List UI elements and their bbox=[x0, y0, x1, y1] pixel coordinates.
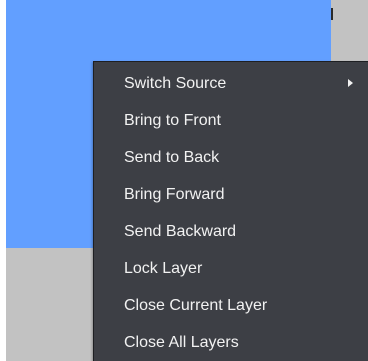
menu-item-bring-to-front[interactable]: Bring to Front bbox=[94, 102, 368, 139]
layer-resize-handle[interactable] bbox=[331, 8, 333, 20]
layer-context-menu: Switch Source Bring to Front Send to Bac… bbox=[93, 61, 368, 361]
menu-item-label: Bring to Front bbox=[124, 112, 221, 129]
chevron-right-icon bbox=[348, 78, 353, 87]
menu-item-label: Close All Layers bbox=[124, 334, 239, 351]
menu-item-close-current-layer[interactable]: Close Current Layer bbox=[94, 287, 368, 324]
menu-item-label: Bring Forward bbox=[124, 186, 225, 203]
menu-item-label: Send Backward bbox=[124, 223, 237, 240]
menu-item-label: Lock Layer bbox=[124, 260, 203, 277]
menu-item-switch-source[interactable]: Switch Source bbox=[94, 65, 368, 102]
menu-item-label: Close Current Layer bbox=[124, 297, 268, 314]
menu-item-close-all-layers[interactable]: Close All Layers bbox=[94, 324, 368, 361]
menu-item-label: Switch Source bbox=[124, 75, 227, 92]
menu-item-label: Send to Back bbox=[124, 149, 220, 166]
menu-item-bring-forward[interactable]: Bring Forward bbox=[94, 176, 368, 213]
menu-item-send-backward[interactable]: Send Backward bbox=[94, 213, 368, 250]
menu-item-lock-layer[interactable]: Lock Layer bbox=[94, 250, 368, 287]
menu-item-send-to-back[interactable]: Send to Back bbox=[94, 139, 368, 176]
